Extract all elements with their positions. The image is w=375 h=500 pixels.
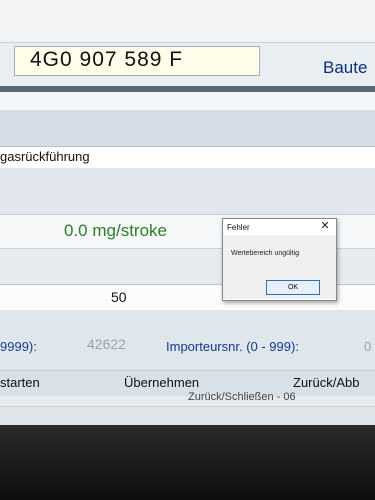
top-strip bbox=[0, 0, 375, 43]
apply-button[interactable]: Übernehmen bbox=[124, 375, 199, 390]
app-screen: 4G0 907 589 F Baute gasrückführung 0.0 m… bbox=[0, 0, 375, 425]
error-dialog: Fehler ✕ Wertebereich ungültig OK bbox=[222, 218, 337, 301]
dealer-range-label: 9999): bbox=[0, 339, 37, 354]
dialog-title: Fehler bbox=[227, 223, 250, 232]
ok-button[interactable]: OK bbox=[266, 280, 320, 295]
section-band bbox=[0, 110, 375, 146]
status-text: Zurück/Schließen - 06 bbox=[188, 391, 296, 403]
bau-label: Baute bbox=[323, 58, 368, 77]
start-button[interactable]: starten bbox=[0, 375, 40, 390]
monitor-bezel bbox=[0, 425, 375, 500]
field-label: gasrückführung bbox=[0, 149, 90, 164]
measured-value: 0.0 mg/stroke bbox=[64, 221, 167, 240]
importer-label: Importeursnr. (0 - 999): bbox=[166, 339, 299, 354]
dialog-message: Wertebereich ungültig bbox=[231, 250, 299, 257]
grey-band bbox=[0, 168, 375, 214]
header-row bbox=[0, 92, 375, 111]
dealer-number-value: 42622 bbox=[87, 336, 126, 352]
number-value: 50 bbox=[111, 289, 127, 305]
back-cancel-button[interactable]: Zurück/Abb bbox=[293, 375, 359, 390]
bottom-band bbox=[0, 406, 375, 425]
part-number: 4G0 907 589 F bbox=[30, 48, 184, 71]
close-icon[interactable]: ✕ bbox=[319, 220, 331, 232]
importer-value: 0 bbox=[364, 339, 372, 354]
